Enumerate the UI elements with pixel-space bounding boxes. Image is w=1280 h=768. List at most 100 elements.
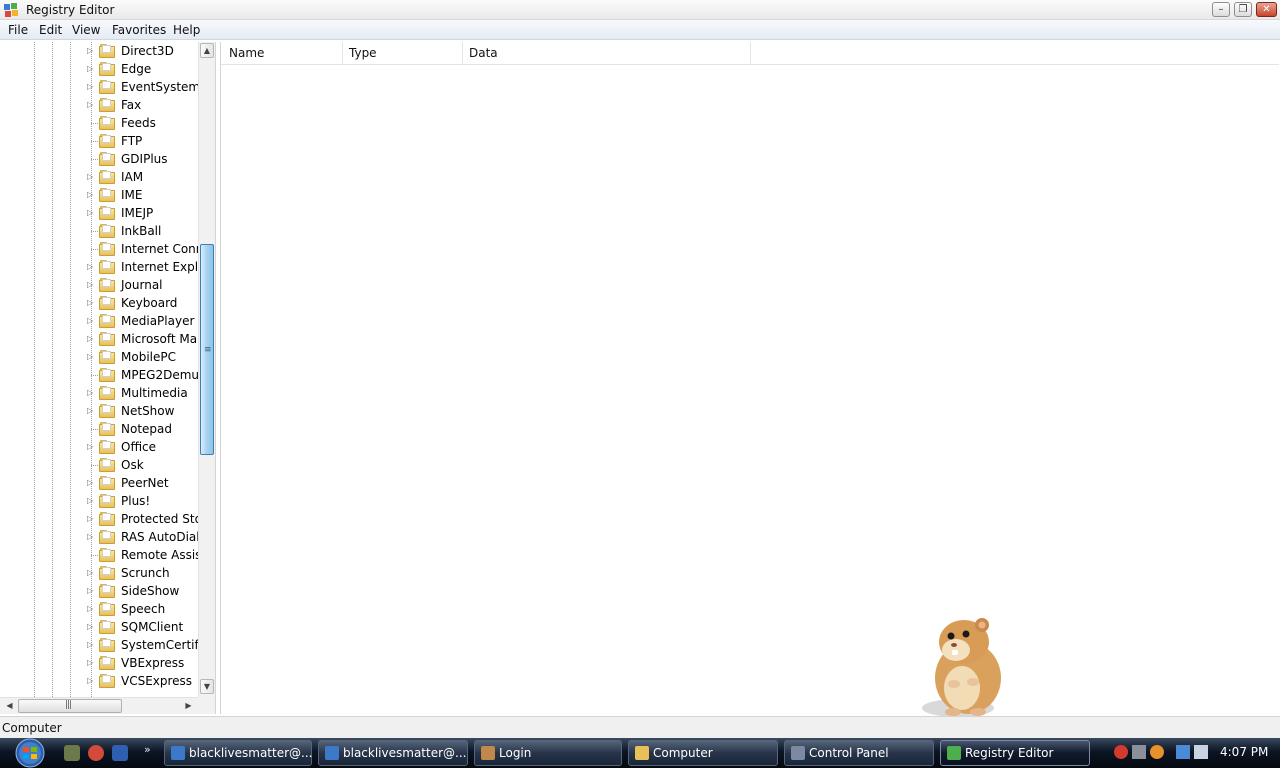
network-icon[interactable] <box>1176 745 1190 759</box>
tree-node[interactable]: ▷ MediaPlayer <box>0 312 198 330</box>
column-header-name[interactable]: Name <box>221 42 343 65</box>
tree-node[interactable]: ▷ Plus! <box>0 492 198 510</box>
search-icon[interactable] <box>1150 745 1164 759</box>
tree-node[interactable]: Remote Assista <box>0 546 198 564</box>
expand-arrow-icon[interactable]: ▷ <box>87 568 95 578</box>
scroll-down-arrow-icon[interactable]: ▼ <box>200 679 214 694</box>
vertical-scroll-thumb[interactable]: ≡ <box>200 244 214 455</box>
scroll-left-arrow-icon[interactable]: ◀ <box>2 699 17 713</box>
tree-node[interactable]: ▷ Office <box>0 438 198 456</box>
expand-arrow-icon[interactable]: ▷ <box>87 622 95 632</box>
tree-node[interactable]: ▷ SideShow <box>0 582 198 600</box>
tree-node[interactable]: Feeds <box>0 114 198 132</box>
quick-launch-icon[interactable] <box>64 745 80 761</box>
tree-node[interactable]: ▷ VBExpress <box>0 654 198 672</box>
menu-view[interactable]: View <box>72 23 100 37</box>
tree-node[interactable]: ▷ Scrunch <box>0 564 198 582</box>
tree-node[interactable]: ▷ Speech <box>0 600 198 618</box>
title-bar[interactable]: Registry Editor – ❐ ✕ <box>0 0 1280 20</box>
expand-arrow-icon[interactable]: ▷ <box>87 172 95 182</box>
tree-node[interactable]: ▷ Direct3D <box>0 42 198 60</box>
expand-arrow-icon[interactable]: ▷ <box>87 352 95 362</box>
tree-node[interactable]: Notepad <box>0 420 198 438</box>
tree-node[interactable]: ▷ SQMClient <box>0 618 198 636</box>
expand-arrow-icon[interactable]: ▷ <box>87 514 95 524</box>
tree-node[interactable]: ▷ NetShow <box>0 402 198 420</box>
expand-arrow-icon[interactable]: ▷ <box>87 46 95 56</box>
tree-node[interactable]: ▷ SystemCertific <box>0 636 198 654</box>
tree-node[interactable]: ▷ MobilePC <box>0 348 198 366</box>
values-list-pane[interactable]: Name Type Data <box>220 42 1279 714</box>
expand-arrow-icon[interactable]: ▷ <box>87 640 95 650</box>
tree-node[interactable]: ▷ IMEJP <box>0 204 198 222</box>
close-button[interactable]: ✕ <box>1256 2 1277 17</box>
tree-vertical-scrollbar[interactable]: ▲ ≡ ▼ <box>198 42 215 697</box>
expand-arrow-icon[interactable]: ▷ <box>87 334 95 344</box>
tree-node[interactable]: MPEG2Demult <box>0 366 198 384</box>
menu-file[interactable]: File <box>8 23 28 37</box>
scroll-right-arrow-icon[interactable]: ▶ <box>181 699 196 713</box>
tree-horizontal-scrollbar[interactable]: ◀ ||| ▶ <box>0 697 198 714</box>
security-alert-icon[interactable] <box>1114 745 1128 759</box>
tree-node[interactable]: GDIPlus <box>0 150 198 168</box>
tree-node[interactable]: ▷ VCSExpress <box>0 672 198 690</box>
clock[interactable]: 4:07 PM <box>1220 745 1268 759</box>
tree-node[interactable]: ▷ Internet Explor <box>0 258 198 276</box>
expand-arrow-icon[interactable]: ▷ <box>87 406 95 416</box>
column-header-type[interactable]: Type <box>343 42 463 65</box>
tree-node[interactable]: ▷ Journal <box>0 276 198 294</box>
menu-help[interactable]: Help <box>173 23 200 37</box>
expand-arrow-icon[interactable]: ▷ <box>87 316 95 326</box>
expand-arrow-icon[interactable]: ▷ <box>87 262 95 272</box>
expand-arrow-icon[interactable]: ▷ <box>87 658 95 668</box>
tree-node[interactable]: ▷ PeerNet <box>0 474 198 492</box>
taskbar-button[interactable]: Login <box>474 740 622 766</box>
start-orb-icon[interactable] <box>8 738 52 768</box>
tree-node[interactable]: ▷ RAS AutoDial <box>0 528 198 546</box>
tree-node[interactable]: Internet Conne <box>0 240 198 258</box>
settings-icon[interactable] <box>1132 745 1146 759</box>
tree-node[interactable]: ▷ Protected Stor <box>0 510 198 528</box>
expand-arrow-icon[interactable]: ▷ <box>87 532 95 542</box>
expand-arrow-icon[interactable]: ▷ <box>87 64 95 74</box>
taskbar-button[interactable]: blacklivesmatter@... <box>164 740 312 766</box>
minimize-button[interactable]: – <box>1212 2 1230 17</box>
scroll-up-arrow-icon[interactable]: ▲ <box>200 43 214 58</box>
tree-node[interactable]: ▷ EventSystem <box>0 78 198 96</box>
taskbar-button-active[interactable]: Registry Editor <box>940 740 1090 766</box>
key-tree-pane[interactable]: ▷ Direct3D ▷ Edge ▷ EventSystem ▷ Fax Feeds FTP GD… <box>0 42 216 714</box>
tree-node[interactable]: Osk <box>0 456 198 474</box>
tree-node[interactable]: ▷ Multimedia <box>0 384 198 402</box>
expand-arrow-icon[interactable]: ▷ <box>87 190 95 200</box>
tree-node[interactable]: ▷ Fax <box>0 96 198 114</box>
horizontal-scroll-thumb[interactable]: ||| <box>18 699 122 713</box>
expand-arrow-icon[interactable]: ▷ <box>87 388 95 398</box>
column-header-data[interactable]: Data <box>463 42 751 65</box>
expand-arrow-icon[interactable]: ▷ <box>87 496 95 506</box>
expand-arrow-icon[interactable]: ▷ <box>87 442 95 452</box>
restore-button[interactable]: ❐ <box>1234 2 1252 17</box>
taskbar-button[interactable]: Computer <box>628 740 778 766</box>
menu-favorites[interactable]: Favorites <box>112 23 166 37</box>
tree-node[interactable]: ▷ Microsoft Mar <box>0 330 198 348</box>
expand-arrow-icon[interactable]: ▷ <box>87 280 95 290</box>
tree-node[interactable]: ▷ Edge <box>0 60 198 78</box>
taskbar-button[interactable]: Control Panel <box>784 740 934 766</box>
tree-node[interactable]: ▷ Keyboard <box>0 294 198 312</box>
tree-node[interactable]: InkBall <box>0 222 198 240</box>
expand-arrow-icon[interactable]: ▷ <box>87 298 95 308</box>
tree-node[interactable]: ▷ IAM <box>0 168 198 186</box>
expand-arrow-icon[interactable]: ▷ <box>87 604 95 614</box>
expand-arrow-icon[interactable]: ▷ <box>87 100 95 110</box>
expand-arrow-icon[interactable]: ▷ <box>87 82 95 92</box>
expand-arrow-icon[interactable]: ▷ <box>87 478 95 488</box>
show-desktop-icon[interactable] <box>112 745 128 761</box>
expand-arrow-icon[interactable]: ▷ <box>87 586 95 596</box>
tree-node[interactable]: FTP <box>0 132 198 150</box>
expand-arrow-icon[interactable]: ▷ <box>87 676 95 686</box>
menu-edit[interactable]: Edit <box>39 23 62 37</box>
taskbar-button[interactable]: blacklivesmatter@... <box>318 740 468 766</box>
browser-icon[interactable] <box>88 745 104 761</box>
expand-arrow-icon[interactable]: ▷ <box>87 208 95 218</box>
volume-icon[interactable] <box>1194 745 1208 759</box>
